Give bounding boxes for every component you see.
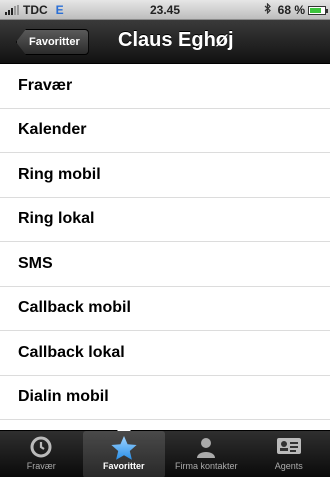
list-item-ring-mobil[interactable]: Ring mobil <box>0 153 330 198</box>
battery-icon <box>308 5 328 15</box>
list-item-callback-mobil[interactable]: Callback mobil <box>0 286 330 331</box>
list-item-dialin-mobil[interactable]: Dialin mobil <box>0 375 330 420</box>
tab-label: Favoritter <box>102 461 145 471</box>
list-item-sms[interactable]: SMS <box>0 242 330 287</box>
star-icon <box>83 431 166 460</box>
tab-fravaer[interactable]: Fravær <box>0 431 83 477</box>
tab-label: Firma kontakter <box>174 461 238 471</box>
tab-label: Fravær <box>26 461 56 471</box>
tab-label: Agents <box>274 461 303 471</box>
list-item-ring-lokal[interactable]: Ring lokal <box>0 197 330 242</box>
clock-icon <box>0 431 83 459</box>
tab-agents[interactable]: Agents <box>248 431 330 477</box>
active-tab-indicator <box>116 424 131 431</box>
list-item-fravaer[interactable]: Fravær <box>0 64 330 109</box>
list-item-callback-lokal[interactable]: Callback lokal <box>0 331 330 376</box>
tab-bar: Fravær Favoritter Firma kontakter Agents <box>0 424 330 477</box>
status-bar: TDC E 23.45 68 % <box>0 0 330 20</box>
tab-favoritter[interactable]: Favoritter <box>82 424 166 477</box>
tab-firma-kontakter[interactable]: Firma kontakter <box>165 431 248 477</box>
action-list: Fravær Kalender Ring mobil Ring lokal SM… <box>0 64 330 420</box>
page-title: Claus Eghøj <box>118 29 234 51</box>
back-button[interactable]: Favoritter <box>16 29 89 55</box>
battery-percent: 68 % <box>277 3 305 17</box>
bluetooth-icon <box>264 2 272 17</box>
navigation-bar: Favoritter Claus Eghøj <box>0 20 330 64</box>
list-item-kalender[interactable]: Kalender <box>0 108 330 153</box>
person-icon <box>165 431 248 459</box>
status-right: 68 % <box>264 2 328 17</box>
contact-card-icon <box>248 431 330 459</box>
